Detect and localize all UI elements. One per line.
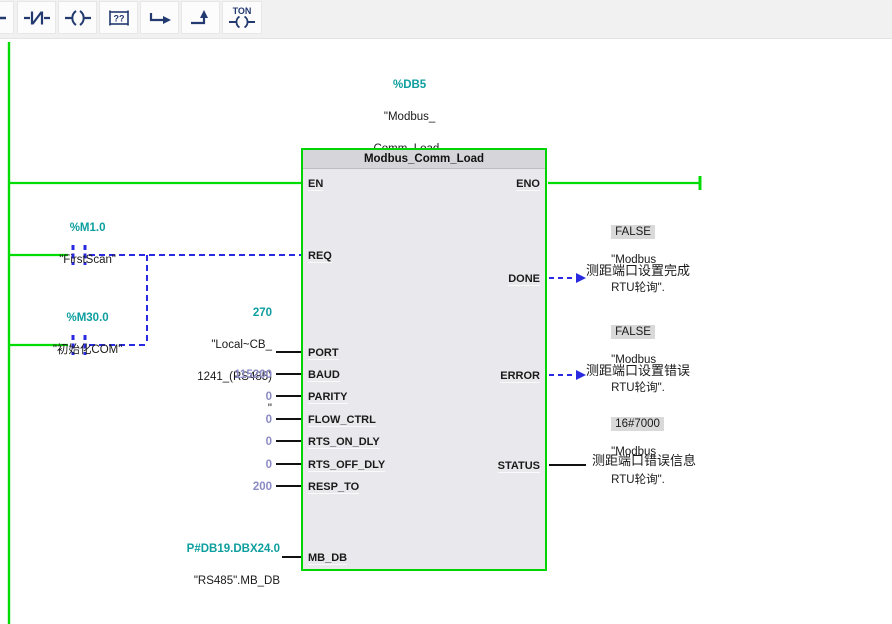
done-monitor[interactable]: FALSE "Modbus RTU轮询". xyxy=(592,211,665,309)
pin-req: REQ xyxy=(308,250,332,263)
flow-ctrl-value[interactable]: 0 xyxy=(160,412,272,428)
db-address: %DB5 xyxy=(393,79,426,91)
network-canvas: %DB5 "Modbus_ Comm_Load_ DB" %M1.0 "Firs… xyxy=(0,0,892,624)
pin-mb-db: MB_DB xyxy=(308,552,347,565)
pin-resp-to: RESP_TO xyxy=(308,481,359,494)
status-value: 16#7000 xyxy=(611,417,664,431)
error-comment: 测距端口设置错误 xyxy=(586,363,690,378)
baud-value[interactable]: 115200 xyxy=(160,367,272,383)
mb-db-operand[interactable]: P#DB19.DBX24.0 "RS485".MB_DB xyxy=(130,525,280,605)
parity-value[interactable]: 0 xyxy=(160,389,272,405)
pin-port: PORT xyxy=(308,347,339,360)
tia-portal-ladder-editor: ?? TON xyxy=(0,0,892,624)
pin-rts-on-dly: RTS_ON_DLY xyxy=(308,436,380,449)
pin-eno: ENO xyxy=(516,178,540,191)
error-monitor[interactable]: FALSE "Modbus RTU轮询". xyxy=(592,311,665,409)
rts-on-dly-value[interactable]: 0 xyxy=(160,434,272,450)
block-title: Modbus_Comm_Load xyxy=(303,150,545,169)
contact1-operand[interactable]: %M1.0 "FirstScan" xyxy=(10,204,146,284)
done-comment: 测距端口设置完成 xyxy=(586,263,690,278)
error-arrow xyxy=(576,370,586,380)
status-comment: 测距端口错误信息 xyxy=(592,453,696,468)
pin-en: EN xyxy=(308,178,323,191)
resp-to-value[interactable]: 200 xyxy=(160,479,272,495)
modbus-comm-load-block[interactable]: Modbus_Comm_Load EN ENO REQ DONE PORT BA… xyxy=(301,148,547,571)
rts-off-dly-value[interactable]: 0 xyxy=(160,457,272,473)
pin-baud: BAUD xyxy=(308,369,340,382)
done-arrow xyxy=(576,273,586,283)
pin-error: ERROR xyxy=(500,370,540,383)
done-value: FALSE xyxy=(611,225,655,239)
pin-flow-ctrl: FLOW_CTRL xyxy=(308,414,376,427)
pin-parity: PARITY xyxy=(308,391,348,404)
pin-status: STATUS xyxy=(498,460,540,473)
pin-done: DONE xyxy=(508,273,540,286)
pin-rts-off-dly: RTS_OFF_DLY xyxy=(308,459,385,472)
error-value: FALSE xyxy=(611,325,655,339)
status-monitor[interactable]: 16#7000 "Modbus RTU轮询". xyxy=(592,403,665,501)
